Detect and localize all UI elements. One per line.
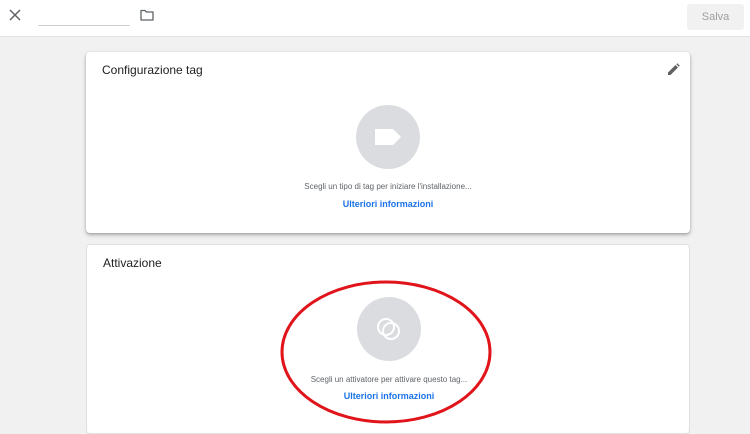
tag-learn-more-link[interactable]: Ulteriori informazioni <box>86 199 690 209</box>
close-icon <box>9 9 21 21</box>
folder-button[interactable] <box>138 6 156 24</box>
triggering-card: Attivazione Scegli un attivatore per att… <box>86 244 690 434</box>
close-button[interactable] <box>6 6 24 24</box>
pencil-icon <box>667 62 680 75</box>
choose-trigger-button[interactable] <box>357 297 421 361</box>
triggering-title: Attivazione <box>103 256 162 270</box>
save-button[interactable]: Salva <box>687 4 744 30</box>
trigger-icon <box>377 318 400 340</box>
tag-icon <box>375 129 401 145</box>
trigger-hint: Scegli un attivatore per attivare questo… <box>310 375 468 384</box>
tag-type-hint: Scegli un tipo di tag per iniziare l'ins… <box>304 182 472 191</box>
tag-configuration-card: Configurazione tag Scegli un tipo di tag… <box>86 52 690 233</box>
top-bar: Salva <box>0 0 750 37</box>
tag-name-input[interactable] <box>38 6 130 26</box>
choose-tag-type-button[interactable] <box>356 105 420 169</box>
tag-configuration-title: Configurazione tag <box>102 63 203 77</box>
trigger-learn-more-link[interactable]: Ulteriori informazioni <box>87 391 691 401</box>
edit-button[interactable] <box>664 60 682 78</box>
folder-icon <box>140 9 154 21</box>
